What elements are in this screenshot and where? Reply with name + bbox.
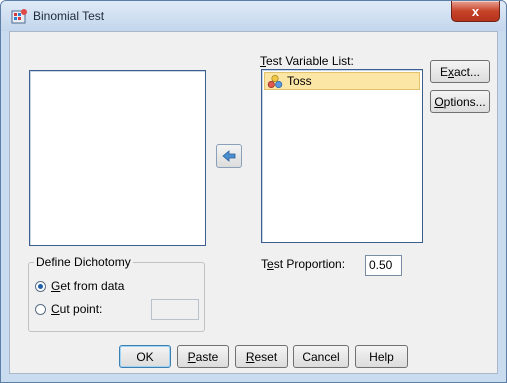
scale-variable-icon — [267, 74, 283, 88]
arrow-left-icon — [222, 150, 236, 162]
options-button[interactable]: Options... — [430, 90, 490, 113]
cut-point-field[interactable] — [151, 299, 199, 320]
test-variable-list-label: Test Variable List: — [260, 54, 354, 68]
ok-button[interactable]: OK — [119, 345, 171, 368]
help-button[interactable]: Help — [355, 345, 408, 368]
reset-button[interactable]: Reset — [235, 345, 288, 368]
test-variable-list[interactable]: Toss — [261, 69, 423, 243]
source-variable-list[interactable] — [29, 70, 206, 246]
title-bar[interactable]: Binomial Test x — [1, 1, 506, 31]
binomial-test-dialog: Binomial Test x Test Variable List: Toss… — [0, 0, 507, 383]
define-dichotomy-group: Define Dichotomy Get from data Cut point… — [28, 255, 205, 332]
list-item[interactable]: Toss — [264, 72, 420, 90]
cancel-button[interactable]: Cancel — [293, 345, 349, 368]
window-title: Binomial Test — [33, 9, 105, 23]
cut-point-option[interactable]: Cut point: — [35, 302, 102, 316]
paste-button[interactable]: Paste — [177, 345, 229, 368]
exact-button[interactable]: Ex act... — [430, 60, 490, 83]
radio-cut-point[interactable] — [35, 303, 46, 315]
dialog-body: Test Variable List: Toss Ex act... Option… — [9, 31, 498, 374]
test-proportion-field[interactable]: 0.50 — [365, 255, 402, 276]
close-button[interactable]: x — [451, 1, 500, 22]
binomial-test-app-icon — [11, 9, 27, 24]
test-proportion-label: Test Proportion: — [261, 257, 346, 271]
close-icon: x — [471, 3, 480, 19]
move-variable-button[interactable] — [216, 144, 242, 168]
define-dichotomy-title: Define Dichotomy — [34, 255, 133, 269]
get-from-data-option[interactable]: Get from data — [35, 279, 124, 293]
variable-name-toss: Toss — [287, 74, 312, 88]
radio-get-from-data[interactable] — [35, 280, 46, 292]
